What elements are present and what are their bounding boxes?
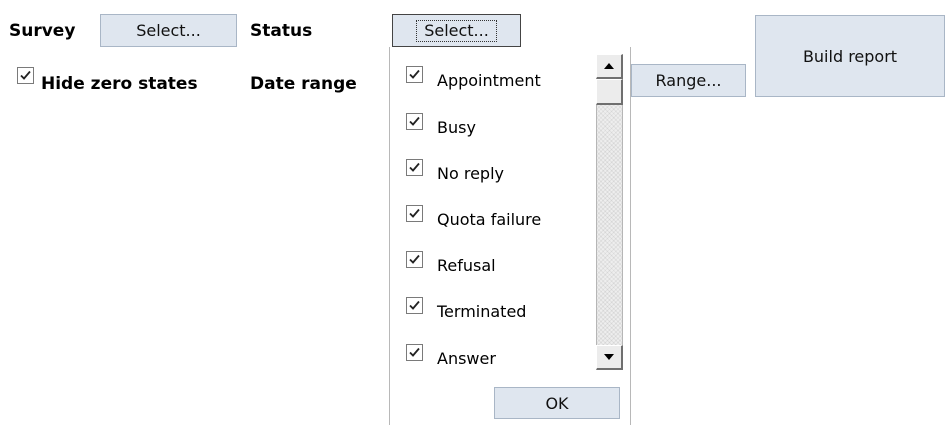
status-select-button[interactable]: Select... [392,14,521,47]
status-option-checkbox[interactable] [406,251,423,268]
status-option-checkbox[interactable] [406,344,423,361]
survey-select-button[interactable]: Select... [100,14,237,47]
status-option-no-reply[interactable]: No reply [389,158,597,188]
scroll-down-button[interactable] [596,345,623,370]
build-report-button[interactable]: Build report [755,15,945,97]
status-option-quota-failure[interactable]: Quota failure [389,204,597,234]
checkmark-icon [409,347,420,357]
status-ok-button-label: OK [545,393,569,413]
status-option-list: Appointment Busy No reply Quota failure … [389,47,597,370]
status-ok-button[interactable]: OK [494,387,620,419]
status-select-button-label: Select... [416,19,497,42]
status-option-checkbox[interactable] [406,113,423,130]
scroll-up-button[interactable] [596,54,623,79]
checkmark-icon [409,69,420,79]
survey-select-button-label: Select... [136,21,201,40]
checkmark-icon [409,116,420,126]
hide-zero-states-label: Hide zero states [41,74,198,94]
checkmark-icon [409,208,420,218]
status-option-label: Refusal [437,256,496,275]
status-option-label: Terminated [437,302,527,321]
status-option-label: Busy [437,118,476,137]
status-option-label: Quota failure [437,210,542,229]
hide-zero-states-checkbox[interactable] [17,67,34,84]
status-option-busy[interactable]: Busy [389,112,597,142]
checkmark-icon [409,300,420,310]
status-label: Status [250,21,313,41]
status-option-refusal[interactable]: Refusal [389,250,597,280]
status-option-checkbox[interactable] [406,66,423,83]
survey-label: Survey [9,21,76,41]
range-button-label: Range... [655,71,722,90]
triangle-up-icon [604,63,614,69]
status-option-checkbox[interactable] [406,205,423,222]
status-option-answer[interactable]: Answer [389,343,597,373]
checkmark-icon [20,70,31,80]
scrollbar-thumb[interactable] [596,79,623,105]
triangle-down-icon [604,354,614,360]
status-option-appointment[interactable]: Appointment [389,65,597,95]
status-option-label: Appointment [437,71,541,90]
date-range-label: Date range [250,74,357,94]
status-option-checkbox[interactable] [406,297,423,314]
status-option-terminated[interactable]: Terminated [389,296,597,326]
report-filter-panel: Survey Select... Status Select... Build … [0,0,945,425]
range-button[interactable]: Range... [631,64,746,97]
checkmark-icon [409,254,420,264]
status-option-label: Answer [437,349,496,368]
status-option-label: No reply [437,164,504,183]
status-option-checkbox[interactable] [406,159,423,176]
checkmark-icon [409,162,420,172]
build-report-button-label: Build report [802,46,898,66]
